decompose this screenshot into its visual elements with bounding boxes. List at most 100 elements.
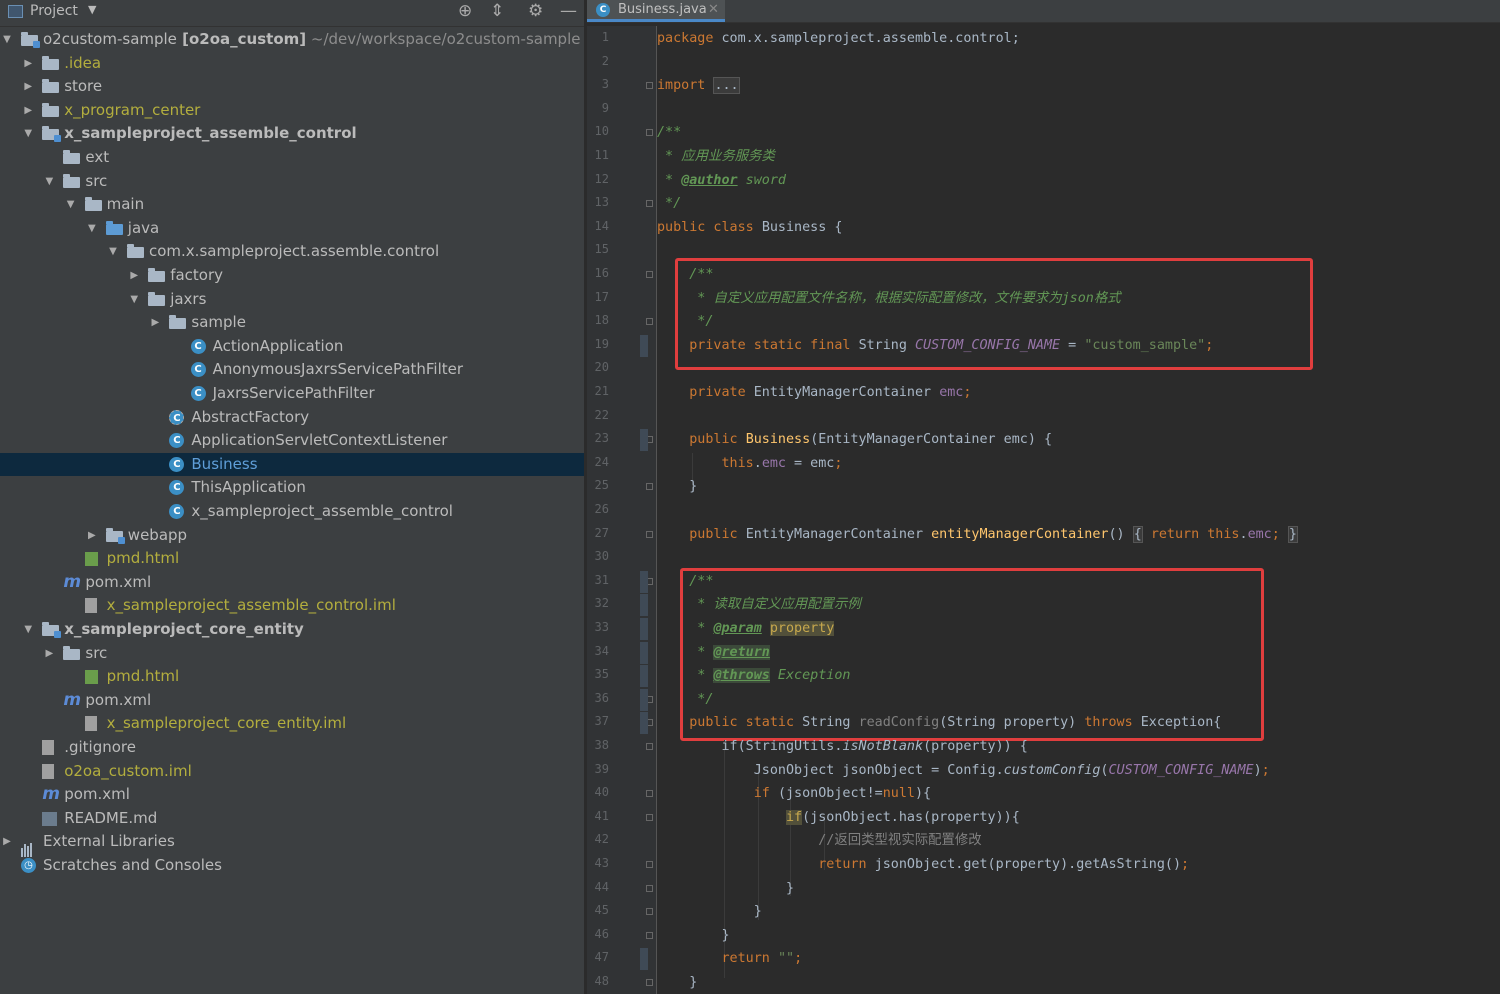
tree-item[interactable]: C JaxrsServicePathFilter [0, 382, 584, 405]
chevron-right-icon[interactable]: ▶ [21, 75, 35, 98]
tree-item[interactable]: pmd.html [0, 665, 584, 688]
fold-marker-icon[interactable] [646, 908, 653, 916]
code-line[interactable]: public class Business { [657, 216, 842, 240]
code-line[interactable]: if (jsonObject!=null){ [657, 782, 931, 806]
chevron-down-icon[interactable]: ▼ [42, 170, 56, 193]
code-line[interactable]: } [657, 971, 697, 994]
chevron-right-icon[interactable]: ▶ [42, 642, 56, 665]
chevron-right-icon[interactable]: ▶ [148, 311, 162, 334]
chevron-down-icon[interactable]: ▼ [85, 217, 99, 240]
tree-item[interactable]: ▼ java [0, 217, 584, 240]
chevron-down-icon[interactable]: ▼ [21, 122, 35, 145]
code-line[interactable]: return ""; [657, 947, 803, 971]
tree-item[interactable]: ext [0, 146, 584, 169]
tree-item[interactable]: ▼ jaxrs [0, 288, 584, 311]
code-line[interactable]: } [657, 877, 794, 901]
code-line[interactable]: * @throws Exception [657, 664, 851, 688]
project-panel-title[interactable]: Project [30, 3, 78, 19]
code-line[interactable]: */ [657, 192, 681, 216]
chevron-right-icon[interactable]: ▶ [21, 99, 35, 122]
chevron-right-icon[interactable]: ▶ [0, 830, 14, 853]
code-line[interactable]: * @return [657, 641, 770, 665]
fold-marker-icon[interactable] [646, 931, 653, 939]
tree-item[interactable]: ▼ main [0, 193, 584, 216]
fold-marker-icon[interactable] [646, 813, 653, 821]
fold-marker-icon[interactable] [646, 884, 653, 892]
tree-item[interactable]: ▶ factory [0, 264, 584, 287]
code-line[interactable]: /** [657, 121, 681, 145]
fold-marker-icon[interactable] [646, 743, 653, 750]
tree-item[interactable]: .gitignore [0, 736, 584, 759]
code-line[interactable]: if(StringUtils.isNotBlank(property)) { [657, 735, 1028, 759]
chevron-down-icon[interactable]: ▼ [106, 240, 120, 263]
code-line[interactable]: * 自定义应用配置文件名称，根据实际配置修改，文件要求为json格式 [657, 287, 1120, 311]
chevron-down-icon[interactable]: ▼ [88, 3, 96, 16]
fold-marker-icon[interactable] [646, 129, 653, 137]
chevron-down-icon[interactable]: ▼ [21, 618, 35, 641]
tree-item[interactable]: C ApplicationServletContextListener [0, 429, 584, 452]
tree-item[interactable]: ▶ x_program_center [0, 99, 584, 122]
tree-item[interactable]: ▼ com.x.sampleproject.assemble.control [0, 240, 584, 263]
code-line[interactable]: } [657, 475, 697, 499]
tree-item[interactable]: o2oa_custom.iml [0, 760, 584, 783]
tree-item[interactable]: ▼ src [0, 170, 584, 193]
code-line[interactable]: * @param property [657, 617, 835, 641]
tree-item[interactable]: ◷ Scratches and Consoles [0, 854, 584, 877]
code-line[interactable]: JsonObject jsonObject = Config.customCon… [657, 759, 1270, 783]
code-line[interactable]: import ... [657, 74, 740, 98]
locate-target-icon[interactable]: ⊕ [458, 1, 472, 21]
fold-marker-icon[interactable] [646, 271, 653, 278]
code-line[interactable]: */ [657, 688, 713, 712]
tree-item[interactable]: ▶ webapp [0, 524, 584, 547]
tree-item[interactable]: ▼ o2custom-sample [o2oa_custom] ~/dev/wor… [0, 28, 584, 51]
code-line[interactable]: } [657, 924, 729, 948]
chevron-down-icon[interactable]: ▼ [64, 193, 78, 216]
tree-item[interactable]: C AbstractFactory [0, 406, 584, 429]
tree-item[interactable]: README.md [0, 807, 584, 830]
chevron-right-icon[interactable]: ▶ [21, 52, 35, 75]
tree-item[interactable]: ▶ src [0, 642, 584, 665]
fold-marker-icon[interactable] [646, 790, 653, 798]
tree-item[interactable]: m pom.xml [0, 783, 584, 806]
code-line[interactable]: if(jsonObject.has(property)){ [657, 806, 1020, 830]
code-line[interactable]: * 应用业务服务类 [657, 145, 775, 169]
fold-marker-icon[interactable] [646, 318, 653, 326]
tree-item[interactable]: x_sampleproject_assemble_control.iml [0, 594, 584, 617]
code-line[interactable]: * @author sword [657, 169, 786, 193]
close-icon[interactable]: ✕ [708, 2, 719, 17]
tree-item[interactable]: C AnonymousJaxrsServicePathFilter [0, 358, 584, 381]
tree-item[interactable]: ▼ x_sampleproject_core_entity [0, 618, 584, 641]
chevron-down-icon[interactable]: ▼ [127, 288, 141, 311]
code-line[interactable]: * 读取自定义应用配置示例 [657, 593, 860, 617]
code-line[interactable]: /** [657, 570, 713, 594]
fold-marker-icon[interactable] [646, 82, 653, 90]
code-line[interactable]: return jsonObject.get(property).getAsStr… [657, 853, 1189, 877]
code-line[interactable]: private EntityManagerContainer emc; [657, 381, 971, 405]
tree-item[interactable]: C ActionApplication [0, 335, 584, 358]
code-line[interactable]: public Business(EntityManagerContainer e… [657, 428, 1052, 452]
code-line[interactable]: //返回类型视实际配置修改 [657, 829, 981, 853]
code-line[interactable]: public static String readConfig(String p… [657, 711, 1221, 735]
code-line[interactable]: this.emc = emc; [657, 452, 843, 476]
fold-marker-icon[interactable] [646, 483, 653, 491]
tree-item[interactable]: ▶ sample [0, 311, 584, 334]
tree-item[interactable]: m pom.xml [0, 689, 584, 712]
tree-item[interactable]: ▶ .idea [0, 52, 584, 75]
fold-marker-icon[interactable] [646, 200, 653, 208]
code-line[interactable]: public EntityManagerContainer entityMana… [657, 523, 1298, 547]
tree-item[interactable]: ▶ store [0, 75, 584, 98]
code-line[interactable]: /** [657, 263, 713, 287]
tree-item[interactable]: C Business [0, 452, 584, 476]
code-line[interactable]: package com.x.sampleproject.assemble.con… [657, 27, 1020, 51]
tree-item[interactable]: pmd.html [0, 547, 584, 570]
tree-item[interactable]: C ThisApplication [0, 476, 584, 499]
gear-icon[interactable]: ⚙ [528, 1, 543, 21]
chevron-down-icon[interactable]: ▼ [0, 28, 14, 51]
chevron-right-icon[interactable]: ▶ [85, 524, 99, 547]
code-line[interactable]: */ [657, 310, 713, 334]
tree-item[interactable]: ▶ External Libraries [0, 830, 584, 858]
code-line[interactable]: private static final String CUSTOM_CONFI… [657, 334, 1213, 358]
code-line[interactable]: } [657, 900, 762, 924]
hide-panel-icon[interactable]: — [560, 1, 577, 21]
chevron-right-icon[interactable]: ▶ [127, 264, 141, 287]
